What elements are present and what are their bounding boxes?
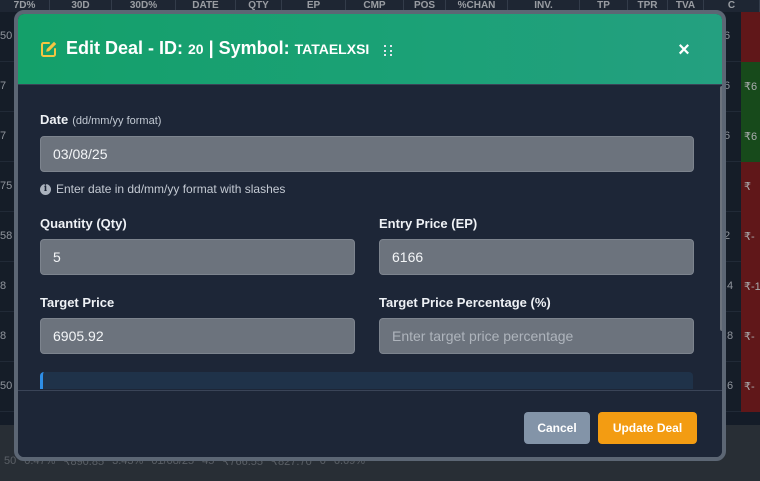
- date-input[interactable]: 03/08/25: [40, 136, 694, 172]
- title-prefix: Edit Deal - ID:: [66, 38, 189, 58]
- drag-handle-icon[interactable]: [384, 45, 393, 57]
- date-help: i Enter date in dd/mm/yy format with sla…: [40, 182, 285, 196]
- date-label: Date (dd/mm/yy format): [40, 112, 161, 127]
- modal-header: Edit Deal - ID: 20 | Symbol: TATAELXSI ×: [18, 14, 722, 85]
- target-percentage-label: Target Price Percentage (%): [379, 295, 551, 310]
- date-label-text: Date: [40, 112, 69, 127]
- edit-deal-modal: Edit Deal - ID: 20 | Symbol: TATAELXSI ×…: [14, 10, 726, 461]
- deal-symbol: TATAELXSI: [294, 41, 370, 57]
- title-separator: | Symbol:: [203, 38, 295, 58]
- modal-body: Date (dd/mm/yy format) 03/08/25 i Enter d…: [18, 86, 722, 389]
- date-help-text: Enter date in dd/mm/yy format with slash…: [56, 182, 286, 196]
- edit-icon: [41, 41, 57, 57]
- deal-id: 20: [188, 41, 204, 57]
- target-price-label: Target Price: [40, 295, 115, 310]
- modal-scrollbar[interactable]: [720, 86, 722, 331]
- entry-price-label: Entry Price (EP): [379, 216, 478, 231]
- update-deal-button[interactable]: Update Deal: [598, 412, 697, 444]
- target-price-input[interactable]: 6905.92: [40, 318, 355, 354]
- modal-title: Edit Deal - ID: 20 | Symbol: TATAELXSI: [66, 38, 369, 59]
- quantity-input[interactable]: 5: [40, 239, 355, 275]
- modal-footer: Cancel Update Deal: [18, 390, 722, 457]
- target-percentage-input[interactable]: Enter target price percentage: [379, 318, 694, 354]
- info-box: [40, 372, 693, 389]
- date-format-hint: (dd/mm/yy format): [72, 115, 162, 127]
- quantity-label: Quantity (Qty): [40, 216, 127, 231]
- entry-price-input[interactable]: 6166: [379, 239, 694, 275]
- close-button[interactable]: ×: [672, 38, 696, 62]
- cancel-button[interactable]: Cancel: [524, 412, 590, 444]
- info-icon: i: [40, 183, 51, 195]
